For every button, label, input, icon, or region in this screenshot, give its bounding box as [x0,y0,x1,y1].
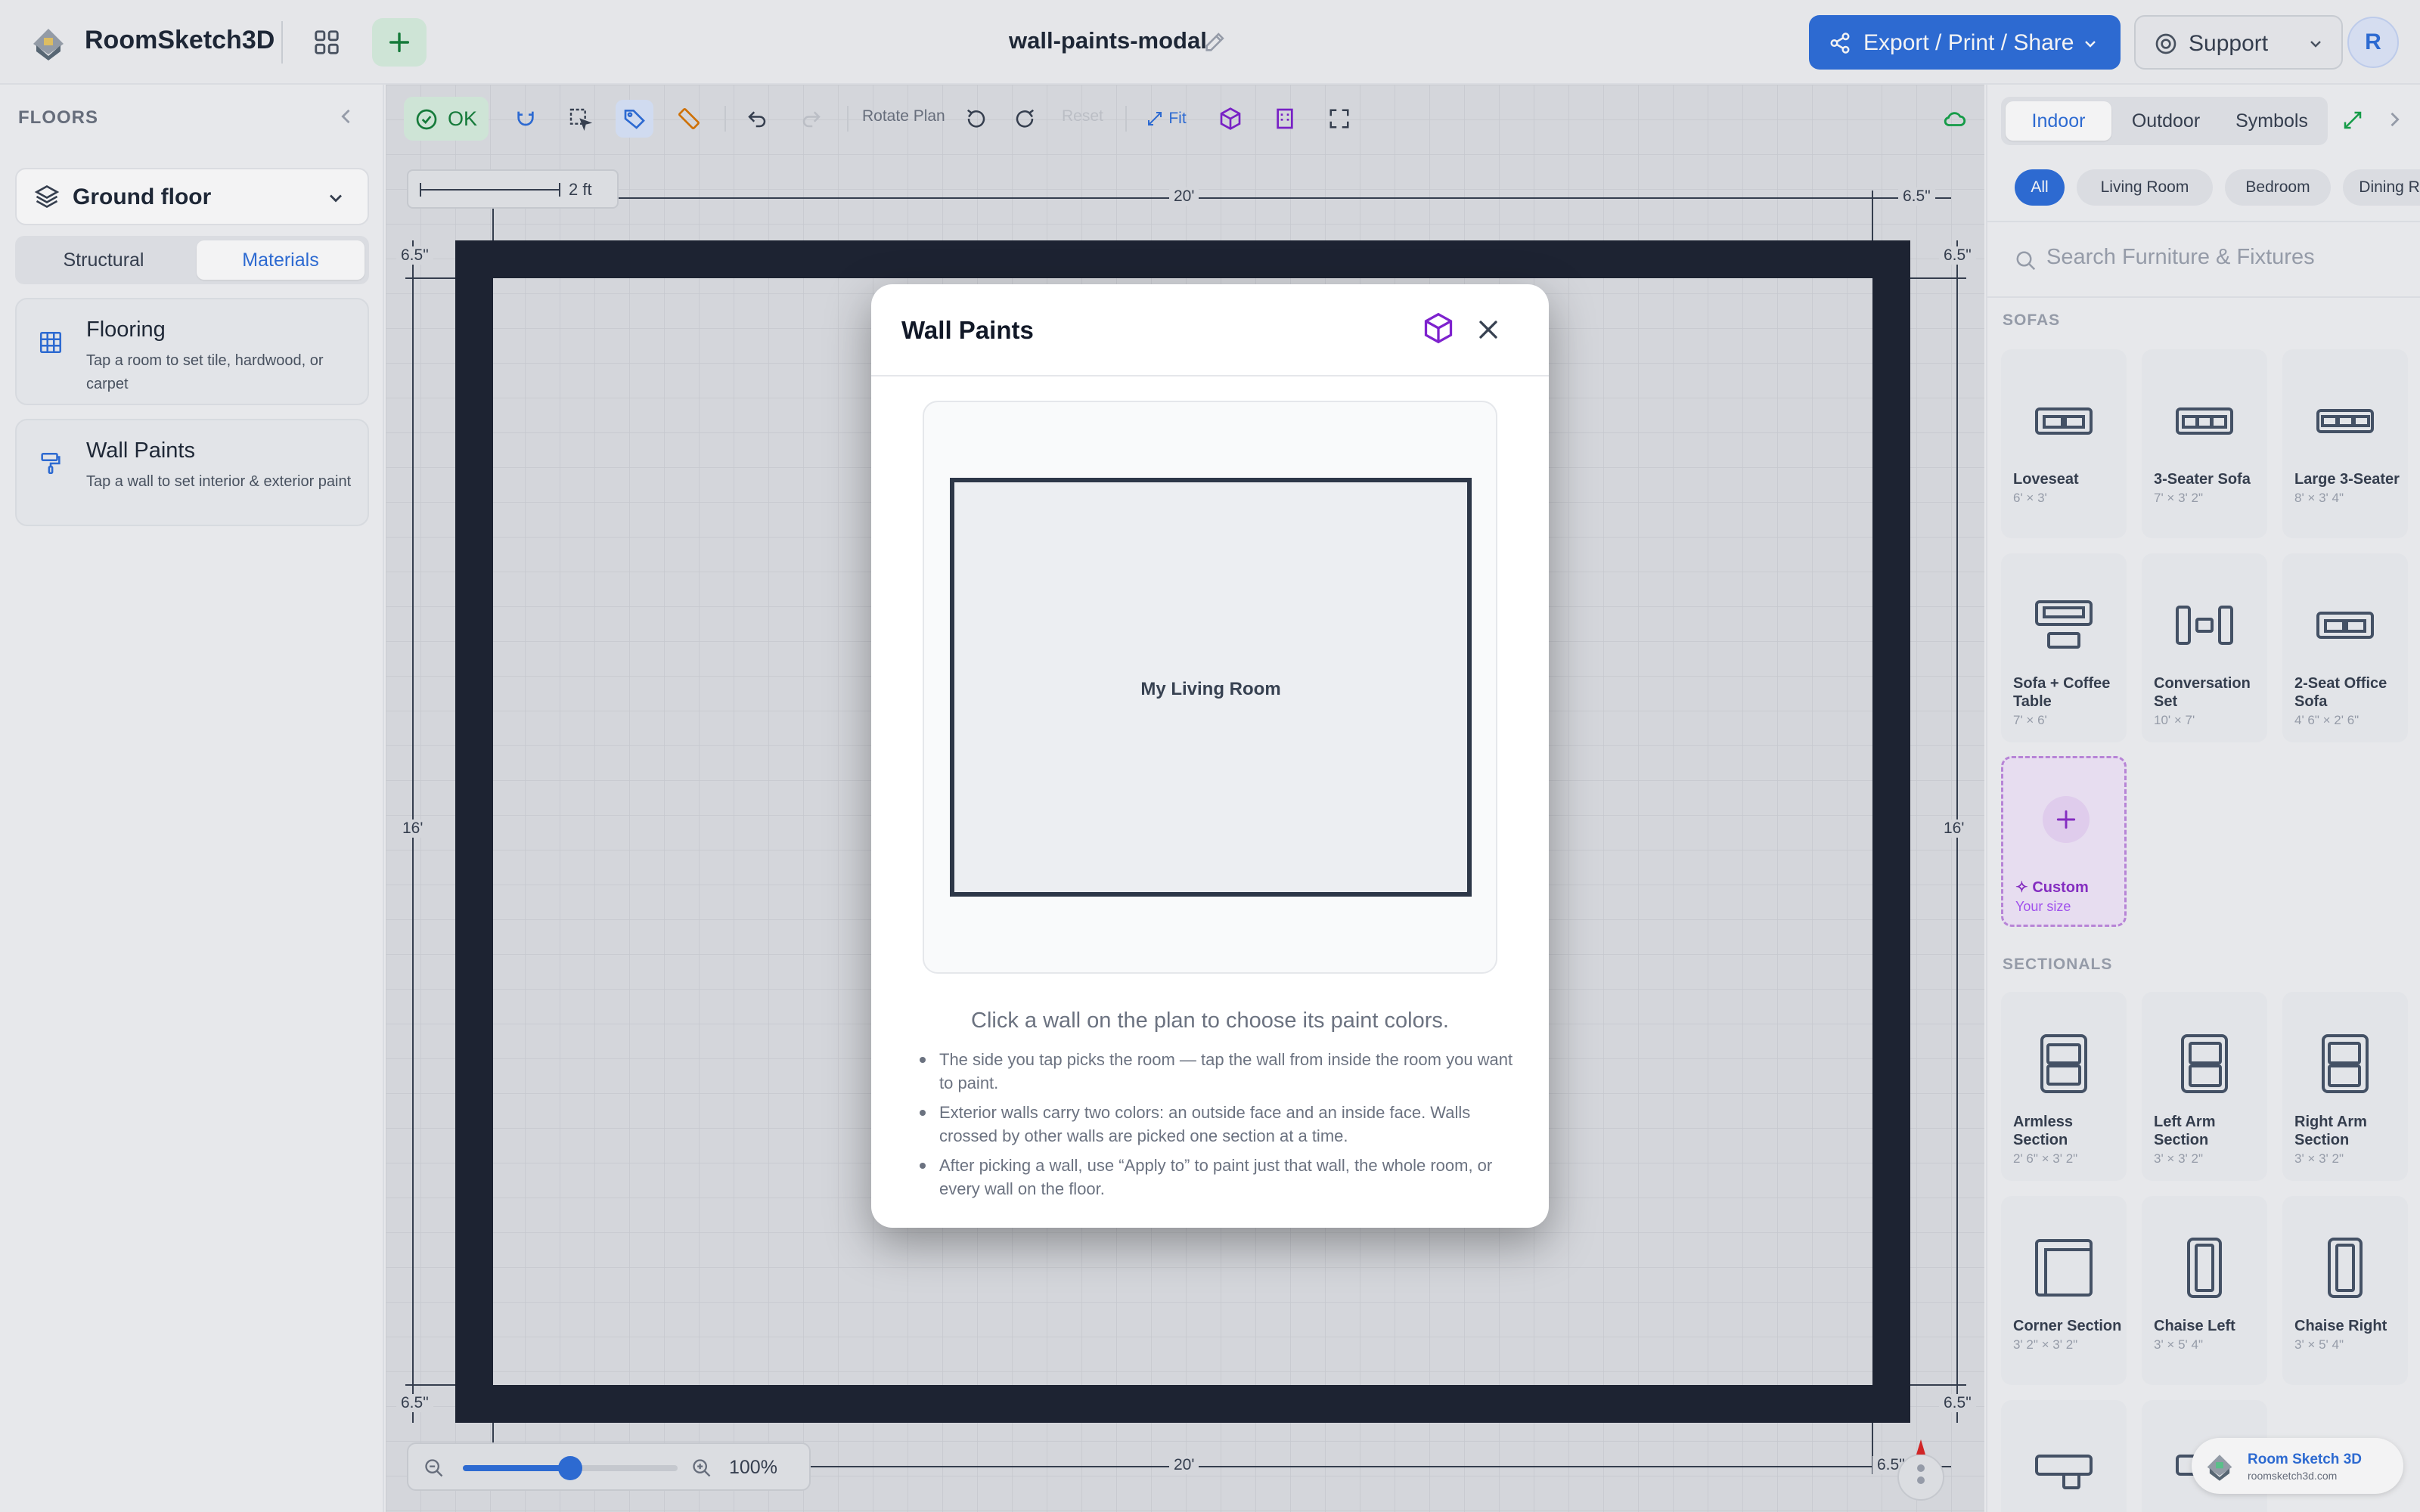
modal-header: Wall Paints [871,284,1549,376]
room-preview: My Living Room [923,401,1497,974]
modal-tips: The side you tap picks the room — tap th… [917,1048,1522,1207]
close-icon[interactable] [1473,314,1503,349]
modal-hint: Click a wall on the plan to choose its p… [971,1009,1449,1033]
room-outline[interactable]: My Living Room [950,478,1472,897]
modal-title: Wall Paints [901,316,1034,344]
wall-paints-modal: Wall Paints My Living Room Click a wall … [871,284,1549,1228]
tip-item: After picking a wall, use “Apply to” to … [917,1154,1522,1201]
room-label: My Living Room [1140,679,1281,699]
tip-item: Exterior walls carry two colors: an outs… [917,1101,1522,1148]
tip-item: The side you tap picks the room — tap th… [917,1048,1522,1095]
3d-view-cube-icon[interactable] [1422,311,1455,349]
